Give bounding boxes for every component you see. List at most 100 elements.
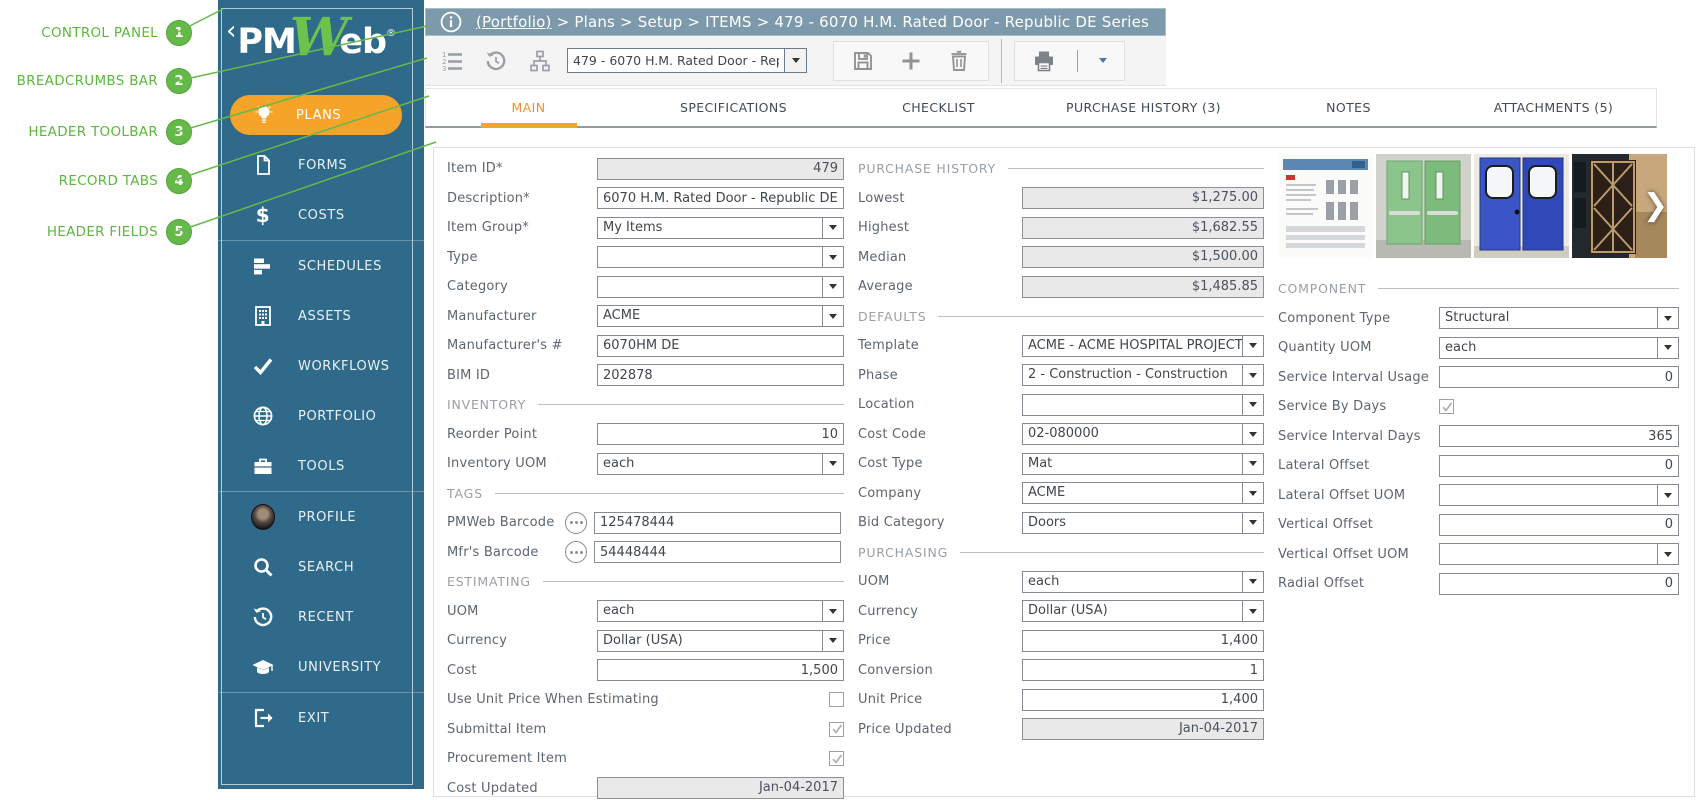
field-row-item-group: Item Group*My Items (447, 213, 844, 243)
lowest-field: $1,275.00 (1022, 187, 1264, 209)
sidebar-item-portfolio[interactable]: PORTFOLIO (218, 391, 424, 441)
lateral-offset-uom-select[interactable] (1439, 484, 1679, 506)
field-row-submittal-item: Submittal Item (447, 715, 844, 745)
bid-category-select-value: Doors (1023, 513, 1242, 533)
tab-specifications[interactable]: SPECIFICATIONS (631, 89, 836, 126)
sidebar-item-profile[interactable]: PROFILE (218, 492, 424, 542)
add-icon[interactable] (896, 46, 926, 76)
sidebar-item-schedules[interactable]: SCHEDULES (218, 241, 424, 291)
sidebar-collapse-icon[interactable]: ‹ (226, 14, 236, 48)
delete-icon[interactable] (944, 46, 974, 76)
vertical-offset-uom-select[interactable] (1439, 543, 1679, 565)
phase-select[interactable]: 2 - Construction - Construction (1022, 364, 1264, 386)
field-row-category: Category (447, 272, 844, 302)
bid-category-select[interactable]: Doors (1022, 512, 1264, 534)
field-row-item-id: Item ID*479 (447, 154, 844, 184)
item-group-select[interactable]: My Items (597, 217, 844, 239)
field-label: Conversion (858, 663, 1022, 678)
template-select[interactable]: ACME - ACME HOSPITAL PROJECT (1022, 335, 1264, 357)
quantity-uom-select[interactable]: each (1439, 337, 1679, 359)
cost-type-select[interactable]: Mat (1022, 453, 1264, 475)
numbered-list-icon[interactable]: 123 (437, 46, 467, 76)
print-icon[interactable] (1029, 46, 1059, 76)
sidebar-item-assets[interactable]: ASSETS (218, 291, 424, 341)
component-type-select[interactable]: Structural (1439, 307, 1679, 329)
mfr-s-barcode-input[interactable] (594, 541, 841, 563)
vertical-offset-uom-select-value (1440, 544, 1657, 564)
submittal-item-checkbox[interactable] (829, 722, 844, 737)
sidebar-item-workflows[interactable]: WORKFLOWS (218, 341, 424, 391)
history-icon[interactable] (481, 46, 511, 76)
form-column-middle: PURCHASE HISTORYLowest$1,275.00Highest$1… (858, 154, 1264, 744)
service-interval-usage-input[interactable] (1439, 366, 1679, 388)
unit-price-input[interactable] (1022, 689, 1264, 711)
company-select[interactable]: ACME (1022, 482, 1264, 504)
reorder-point-input[interactable] (597, 423, 844, 445)
blue-double-doors-thumbnail[interactable] (1474, 154, 1569, 258)
record-selector-input[interactable] (568, 49, 784, 72)
conversion-input[interactable] (1022, 659, 1264, 681)
field-label: Lowest (858, 191, 1022, 206)
bim-id-input[interactable] (597, 364, 844, 386)
sidebar-item-costs[interactable]: $COSTS (218, 190, 424, 240)
currency-select[interactable]: Dollar (USA) (597, 630, 844, 652)
field-label: Price Updated (858, 722, 1022, 737)
annotation-label: HEADER TOOLBAR (28, 124, 158, 140)
pmweb-barcode-input[interactable] (594, 512, 841, 534)
green-double-doors-thumbnail[interactable] (1376, 154, 1471, 258)
location-select[interactable] (1022, 394, 1264, 416)
info-icon[interactable] (436, 7, 466, 37)
checkbox-slot (1439, 399, 1679, 414)
description-input[interactable] (597, 187, 844, 209)
chevron-down-icon (822, 306, 843, 326)
record-selector-dropdown-button[interactable] (784, 49, 806, 72)
phase-select-value: 2 - Construction - Construction (1023, 365, 1242, 385)
manufacturer-s-input[interactable] (597, 335, 844, 357)
field-label: Item ID* (447, 161, 597, 176)
sidebar-item-search[interactable]: SEARCH (218, 542, 424, 592)
lateral-offset-input[interactable] (1439, 455, 1679, 477)
radial-offset-input[interactable] (1439, 573, 1679, 595)
uom-select[interactable]: each (597, 600, 844, 622)
field-label: Item Group* (447, 220, 597, 235)
manufacturer-select[interactable]: ACME (597, 305, 844, 327)
print-options-dropdown-button[interactable] (1096, 46, 1110, 76)
type-select[interactable] (597, 246, 844, 268)
mfr-s-barcode-lookup-button[interactable] (565, 541, 587, 563)
inventory-uom-select[interactable]: each (597, 453, 844, 475)
breadcrumb-portfolio-link[interactable]: (Portfolio) (476, 13, 552, 31)
chevron-down-icon (792, 58, 800, 63)
field-row-bid-category: Bid CategoryDoors (858, 508, 1264, 538)
cost-code-select[interactable]: 02-080000 (1022, 423, 1264, 445)
sidebar-item-forms[interactable]: FORMS (218, 140, 424, 190)
tab-checklist[interactable]: CHECKLIST (836, 89, 1041, 126)
org-chart-icon[interactable] (525, 46, 555, 76)
tab-attachments-5[interactable]: ATTACHMENTS (5) (1451, 89, 1656, 126)
cost-input[interactable] (597, 659, 844, 681)
price-input[interactable] (1022, 630, 1264, 652)
procurement-item-checkbox[interactable] (829, 751, 844, 766)
vertical-offset-input[interactable] (1439, 514, 1679, 536)
chevron-down-icon (1657, 338, 1678, 358)
sidebar-item-plans[interactable]: PLANS (218, 90, 424, 140)
service-by-days-checkbox[interactable] (1439, 399, 1454, 414)
tab-main[interactable]: MAIN (426, 89, 631, 126)
carousel-next-button[interactable]: ❯ (1643, 191, 1668, 221)
tab-purchase-history-3[interactable]: PURCHASE HISTORY (3) (1041, 89, 1246, 126)
sidebar-item-university[interactable]: UNIVERSITY (218, 642, 424, 692)
category-select[interactable] (597, 276, 844, 298)
use-unit-price-when-estimating-checkbox[interactable] (829, 692, 844, 707)
save-icon[interactable] (848, 46, 878, 76)
sidebar-item-tools[interactable]: TOOLS (218, 441, 424, 491)
field-label: Location (858, 397, 1022, 412)
pmweb-barcode-lookup-button[interactable] (565, 512, 587, 534)
tab-notes[interactable]: NOTES (1246, 89, 1451, 126)
chevron-down-icon (1242, 424, 1263, 444)
print-split-divider (1077, 50, 1078, 72)
sidebar-item-exit[interactable]: EXIT (218, 693, 424, 743)
service-interval-days-input[interactable] (1439, 425, 1679, 447)
door-spec-sheet-thumbnail[interactable] (1278, 154, 1373, 258)
currency-select[interactable]: Dollar (USA) (1022, 600, 1264, 622)
sidebar-item-recent[interactable]: RECENT (218, 592, 424, 642)
uom-select[interactable]: each (1022, 571, 1264, 593)
